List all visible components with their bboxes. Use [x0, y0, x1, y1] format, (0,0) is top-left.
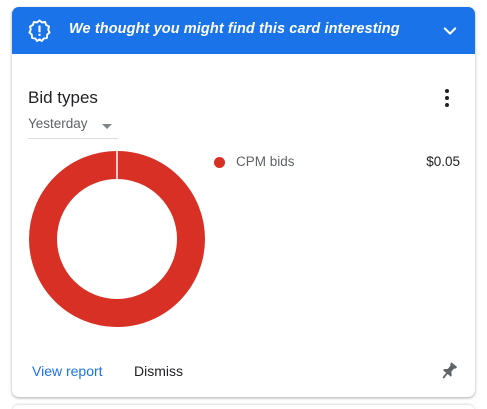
chevron-down-icon[interactable]	[441, 22, 459, 40]
pin-icon[interactable]	[438, 360, 460, 382]
insight-badge-icon	[28, 19, 51, 42]
legend-item: CPM bids $0.05	[214, 152, 460, 174]
bid-types-donut-chart	[29, 151, 205, 327]
next-card-edge	[12, 405, 475, 409]
date-range-dropdown[interactable]: Yesterday	[28, 112, 118, 139]
suggestion-banner: We thought you might find this card inte…	[12, 7, 475, 54]
date-range-value: Yesterday	[28, 116, 88, 131]
donut-slice-cpm-bids[interactable]	[29, 151, 205, 327]
card-title: Bid types	[28, 88, 98, 107]
page: We thought you might find this card inte…	[0, 0, 487, 409]
banner-message: We thought you might find this card inte…	[69, 21, 400, 37]
bid-types-card: We thought you might find this card inte…	[12, 7, 475, 397]
legend-color-swatch	[214, 157, 225, 168]
dropdown-arrow-icon	[102, 124, 112, 129]
legend-label: CPM bids	[236, 154, 295, 169]
legend-value: $0.05	[426, 154, 460, 169]
dismiss-button[interactable]: Dismiss	[134, 363, 183, 379]
more-vert-icon[interactable]	[435, 86, 459, 110]
view-report-link[interactable]: View report	[32, 363, 103, 379]
